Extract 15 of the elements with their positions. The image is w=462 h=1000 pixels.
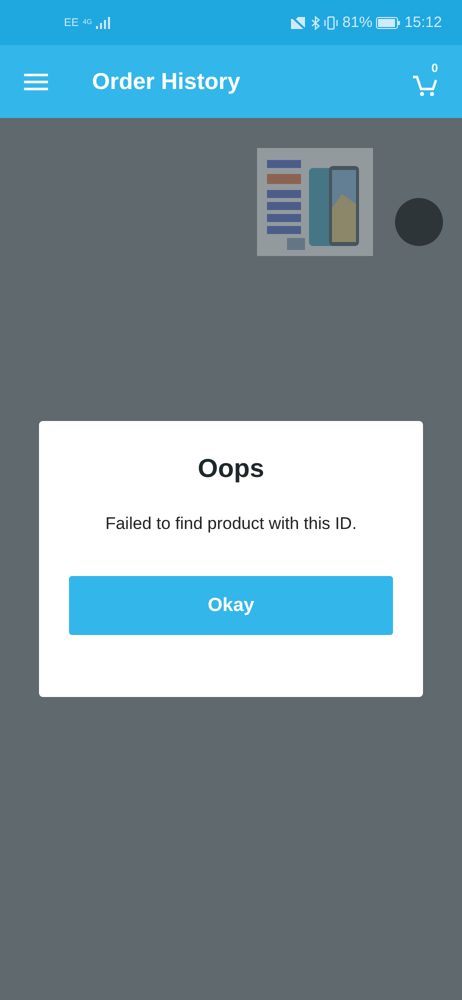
vibrate-icon [324,16,338,30]
cart-count: 0 [431,60,438,74]
battery-percent: 81% [342,14,372,31]
screen-title: Order History [92,68,242,95]
battery-icon [376,16,400,28]
dialog-title: Oops [198,453,264,484]
avatar [395,198,443,246]
okay-button[interactable]: Okay [69,576,393,635]
dialog-message: Failed to find product with this ID. [105,514,357,534]
signal-icon [96,16,110,28]
bluetooth-icon [311,16,320,30]
clock: 15:12 [404,14,442,31]
menu-icon[interactable] [24,72,48,90]
no-sim-icon [290,16,308,30]
carrier-name: EE [64,16,79,28]
